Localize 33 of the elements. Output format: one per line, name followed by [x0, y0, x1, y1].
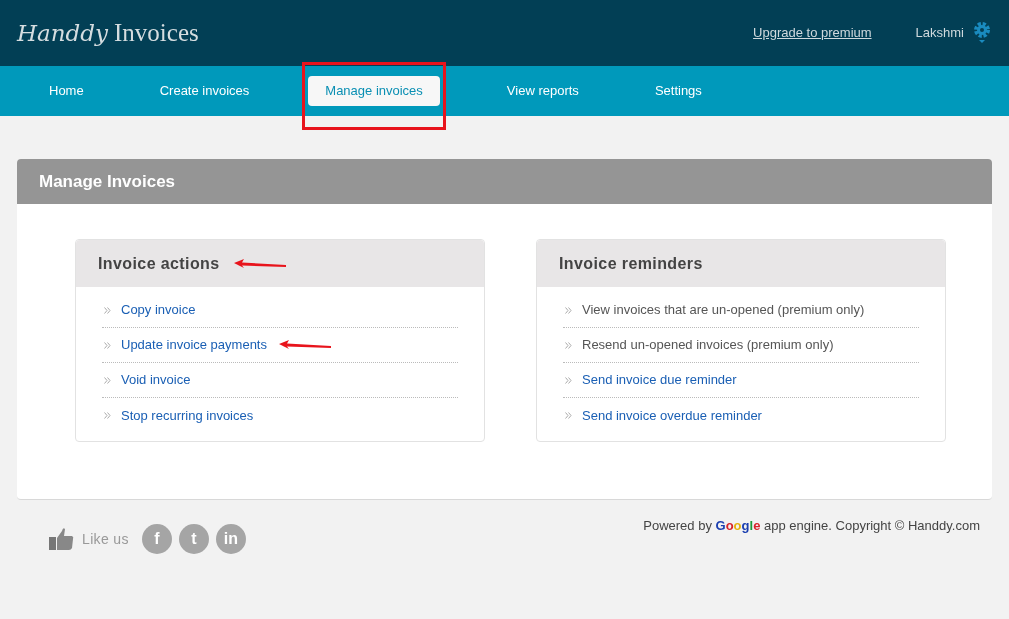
menu-link[interactable]: Void invoice — [121, 370, 191, 390]
chevron-icon — [104, 306, 111, 314]
user-name[interactable]: Lakshmi — [915, 23, 964, 43]
section-title: Invoice actions — [98, 253, 220, 274]
like-us-label: Like us — [82, 529, 129, 549]
chevron-icon — [565, 412, 572, 419]
chevron-icon — [565, 341, 572, 349]
section-title: Invoice reminders — [559, 253, 703, 274]
chevron-icon — [104, 412, 111, 419]
menu-item: View invoices that are un-opened (premium only) — [582, 301, 865, 320]
upgrade-link[interactable]: Upgrade to premium — [753, 23, 872, 43]
menu-link[interactable]: Send invoice due reminder — [582, 370, 737, 390]
logo-script: Handdy — [17, 19, 109, 49]
nav-tab[interactable]: Manage invoices — [308, 76, 440, 106]
nav-tab[interactable]: View reports — [506, 76, 579, 106]
powered-by-text: Powered by Google app engine. Copyright © Handdy.com — [643, 517, 980, 535]
chevron-icon — [104, 376, 111, 384]
annotation-arrow-icon — [277, 339, 333, 351]
nav-tab[interactable]: Create invoices — [159, 76, 250, 106]
nav-tab[interactable]: Settings — [654, 76, 702, 106]
chevron-icon — [104, 341, 111, 349]
chevron-icon — [565, 306, 572, 314]
menu-link[interactable]: Stop recurring invoices — [121, 405, 254, 426]
menu-item: Resend un-opened invoices (premium only) — [582, 336, 834, 355]
menu-link[interactable]: Copy invoice — [121, 300, 196, 320]
thumbs-up-icon — [48, 527, 75, 551]
gear-icon[interactable] — [972, 20, 992, 46]
logo-text: Invoices — [114, 18, 199, 49]
nav-tab[interactable]: Home — [49, 76, 84, 106]
chevron-icon — [565, 376, 572, 384]
menu-link[interactable]: Update invoice payments — [121, 335, 267, 355]
menu-link[interactable]: Send invoice overdue reminder — [582, 405, 762, 426]
panel-title: Manage Invoices — [17, 159, 992, 204]
